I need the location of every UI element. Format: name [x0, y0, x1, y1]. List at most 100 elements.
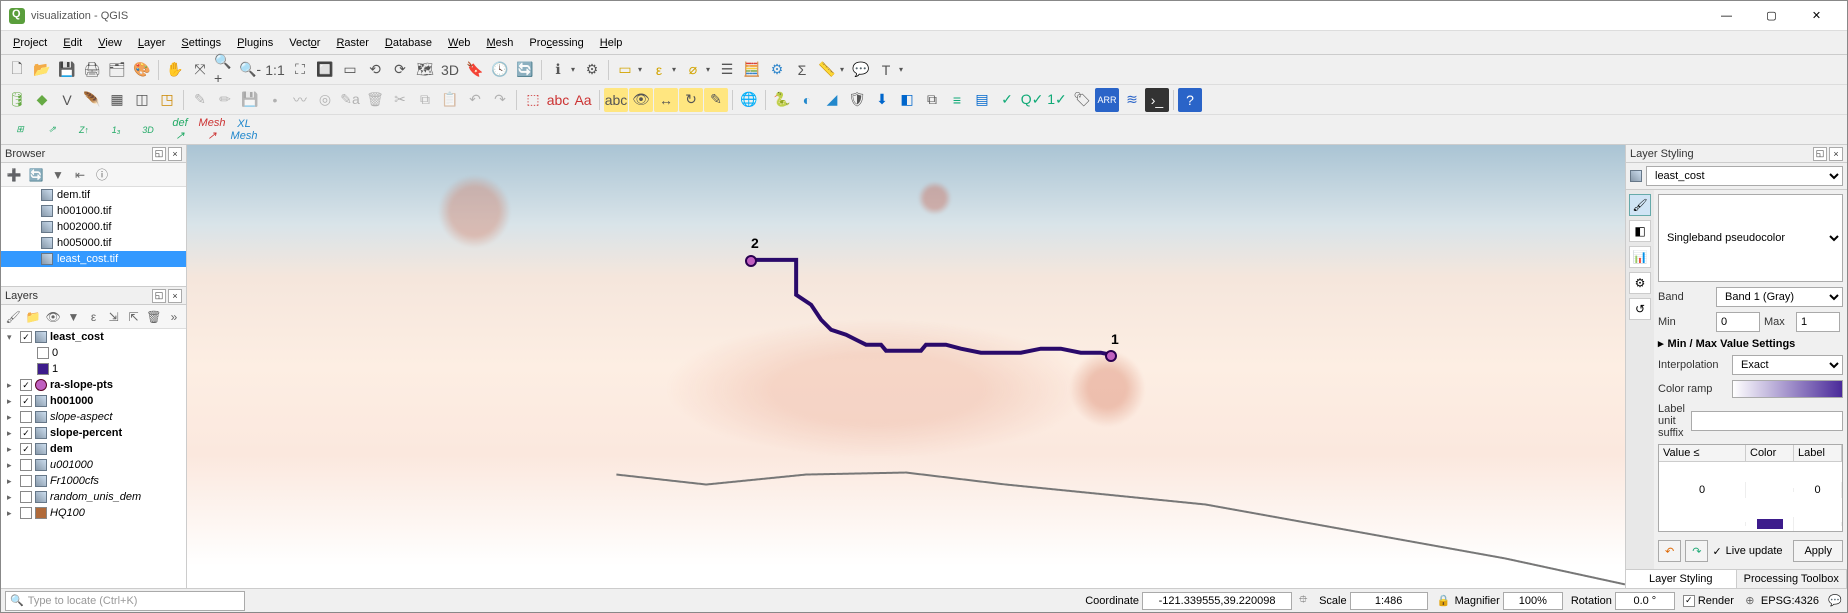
new-project-icon[interactable]: 🗋: [5, 58, 29, 82]
deselect-icon[interactable]: ⌀: [681, 58, 705, 82]
processing-toolbox-icon[interactable]: ⚙: [765, 58, 789, 82]
browser-item[interactable]: dem.tif: [1, 187, 186, 203]
layer-item[interactable]: ▸HQ100: [1, 505, 186, 521]
layers-collapse-icon[interactable]: ⇱: [126, 308, 142, 326]
toggle-editing-icon[interactable]: ✏: [213, 88, 237, 112]
layer-item[interactable]: 0: [1, 345, 186, 361]
style-redo-button[interactable]: ↷: [1685, 540, 1708, 562]
label-toolbar-2-icon[interactable]: abc: [546, 88, 570, 112]
point-1[interactable]: [1105, 350, 1117, 362]
pan-to-selection-icon[interactable]: ⤧: [188, 58, 212, 82]
browser-item[interactable]: least_cost.tif: [1, 251, 186, 267]
zoom-selection-icon[interactable]: 🔲: [313, 58, 337, 82]
zoom-full-icon[interactable]: ⛶: [288, 58, 312, 82]
symbology-tab-icon[interactable]: 🖌: [1629, 194, 1651, 216]
label-pin-icon[interactable]: abc: [604, 88, 628, 112]
zoom-out-icon[interactable]: 🔍-: [238, 58, 262, 82]
crayfish-icon[interactable]: ◐: [795, 88, 819, 112]
map-canvas[interactable]: 2 1: [187, 145, 1625, 588]
new-spatialite-icon[interactable]: 🪶: [80, 88, 104, 112]
classes-table[interactable]: Value ≤ Color Label 0 0: [1658, 444, 1843, 532]
measure-icon[interactable]: 📏: [815, 58, 839, 82]
hcmgis-icon[interactable]: 🛡: [845, 88, 869, 112]
python-console-icon[interactable]: 🐍: [770, 88, 794, 112]
menu-view[interactable]: View: [90, 35, 130, 51]
metasearch-icon[interactable]: 🌐: [737, 88, 761, 112]
tuflow-1-icon[interactable]: ⧉: [920, 88, 944, 112]
check-1-icon[interactable]: ✓: [995, 88, 1019, 112]
lock-scale-icon[interactable]: 🔒: [1436, 593, 1452, 609]
label-move-icon[interactable]: ↔: [654, 88, 678, 112]
mag-input[interactable]: [1503, 592, 1563, 610]
modify-attrs-icon[interactable]: ✎a: [338, 88, 362, 112]
zoom-native-icon[interactable]: 1:1: [263, 58, 287, 82]
save-project-icon[interactable]: 💾: [55, 58, 79, 82]
mesh-red-icon[interactable]: Mesh↗: [199, 118, 225, 142]
layer-visibility-checkbox[interactable]: ✓: [20, 427, 32, 439]
band-select[interactable]: Band 1 (Gray): [1716, 287, 1843, 307]
layers-more-icon[interactable]: »: [166, 308, 182, 326]
label-change-icon[interactable]: ✎: [704, 88, 728, 112]
layer-item[interactable]: ▸Fr1000cfs: [1, 473, 186, 489]
menu-edit[interactable]: Edit: [55, 35, 90, 51]
data-source-icon[interactable]: 🛢: [5, 88, 29, 112]
expand-icon[interactable]: ▸: [7, 460, 17, 471]
layout-manager-icon[interactable]: 🗂: [105, 58, 129, 82]
new-bookmark-icon[interactable]: 🔖: [463, 58, 487, 82]
new-map-view-icon[interactable]: 🗺: [413, 58, 437, 82]
expand-icon[interactable]: ▾: [7, 332, 17, 343]
class-label-cell[interactable]: 0: [1794, 482, 1842, 498]
arr-icon[interactable]: ARR: [1095, 88, 1119, 112]
mesh-zi-icon[interactable]: Z↑: [71, 118, 97, 142]
layer-visibility-checkbox[interactable]: [20, 491, 32, 503]
expand-icon[interactable]: ▸: [7, 428, 17, 439]
refresh-icon[interactable]: 🔄: [513, 58, 537, 82]
crs-icon[interactable]: ⊕: [1742, 593, 1758, 609]
mesh-xl-icon[interactable]: XLMesh: [231, 118, 257, 142]
delete-selected-icon[interactable]: 🗑: [363, 88, 387, 112]
new-geopackage-icon[interactable]: ◆: [30, 88, 54, 112]
tuflow-2-icon[interactable]: ≡: [945, 88, 969, 112]
layer-visibility-checkbox[interactable]: [20, 507, 32, 519]
paste-features-icon[interactable]: 📋: [438, 88, 462, 112]
histogram-tab-icon[interactable]: 📊: [1629, 246, 1651, 268]
expand-icon[interactable]: ▸: [7, 380, 17, 391]
layer-visibility-checkbox[interactable]: ✓: [20, 395, 32, 407]
locator-input[interactable]: 🔍 Type to locate (Ctrl+K): [5, 591, 245, 611]
styling-layer-select[interactable]: least_cost: [1646, 166, 1843, 186]
menu-help[interactable]: Help: [592, 35, 631, 51]
browser-filter-icon[interactable]: ▼: [49, 166, 67, 184]
label-toolbar-1-icon[interactable]: ⬚: [521, 88, 545, 112]
browser-undock-icon[interactable]: ◱: [152, 147, 166, 161]
messages-icon[interactable]: 💬: [1827, 593, 1843, 609]
style-manager-icon[interactable]: 🎨: [130, 58, 154, 82]
layer-visibility-checkbox[interactable]: ✓: [20, 379, 32, 391]
apply-button[interactable]: Apply: [1793, 540, 1843, 562]
styling-panel-header[interactable]: Layer Styling ◱ ×: [1626, 145, 1847, 163]
attribute-table-icon[interactable]: ☰: [715, 58, 739, 82]
check-1b-icon[interactable]: 1✓: [1045, 88, 1069, 112]
layer-item[interactable]: ▾✓least_cost: [1, 329, 186, 345]
download-icon[interactable]: ⬇: [870, 88, 894, 112]
redo-icon[interactable]: ↷: [488, 88, 512, 112]
rot-input[interactable]: [1615, 592, 1675, 610]
browser-refresh-icon[interactable]: 🔄: [27, 166, 45, 184]
layer-item[interactable]: ▸u001000: [1, 457, 186, 473]
browser-collapse-icon[interactable]: ⇤: [71, 166, 89, 184]
close-button[interactable]: ✕: [1794, 2, 1839, 30]
mesh-arrow-icon[interactable]: ⇗: [39, 118, 65, 142]
browser-item[interactable]: h002000.tif: [1, 219, 186, 235]
layer-item[interactable]: ▸random_unis_dem: [1, 489, 186, 505]
label-show-icon[interactable]: 👁: [629, 88, 653, 112]
terminal-icon[interactable]: ›_: [1145, 88, 1169, 112]
zoom-next-icon[interactable]: ⟳: [388, 58, 412, 82]
layers-remove-icon[interactable]: 🗑: [146, 308, 162, 326]
current-edits-icon[interactable]: ✎: [188, 88, 212, 112]
menu-processing[interactable]: Processing: [521, 35, 591, 51]
layer-item[interactable]: ▸✓h001000: [1, 393, 186, 409]
layers-expand-icon[interactable]: ⇲: [106, 308, 122, 326]
layer-item[interactable]: 1: [1, 361, 186, 377]
cut-features-icon[interactable]: ✂: [388, 88, 412, 112]
menu-layer[interactable]: Layer: [130, 35, 174, 51]
interp-select[interactable]: Exact: [1732, 355, 1843, 375]
